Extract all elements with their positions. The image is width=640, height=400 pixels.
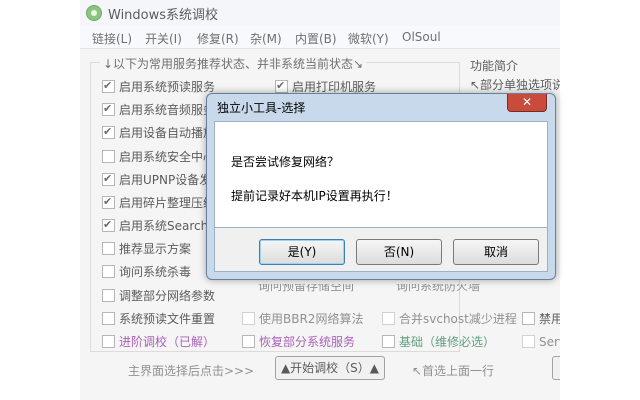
dialog-body: 是否尝试修复网络？ 提前记录好本机IP设置再执行！ [214, 121, 548, 228]
dialog-message-warning: 提前记录好本机IP设置再执行！ [231, 189, 398, 203]
dialog-footer: 是(Y) 否(N) 取消 [214, 228, 548, 272]
no-button[interactable]: 否(N) [356, 239, 442, 265]
dialog-message-question: 是否尝试修复网络？ [231, 155, 340, 169]
close-icon[interactable]: ✕ [507, 94, 547, 112]
confirm-dialog: 独立小工具-选择 ✕ 是否尝试修复网络？ 提前记录好本机IP设置再执行！ 是(Y… [206, 93, 556, 280]
cancel-button[interactable]: 取消 [453, 239, 539, 265]
yes-button[interactable]: 是(Y) [259, 239, 345, 265]
dialog-title: 独立小工具-选择 [217, 101, 306, 115]
